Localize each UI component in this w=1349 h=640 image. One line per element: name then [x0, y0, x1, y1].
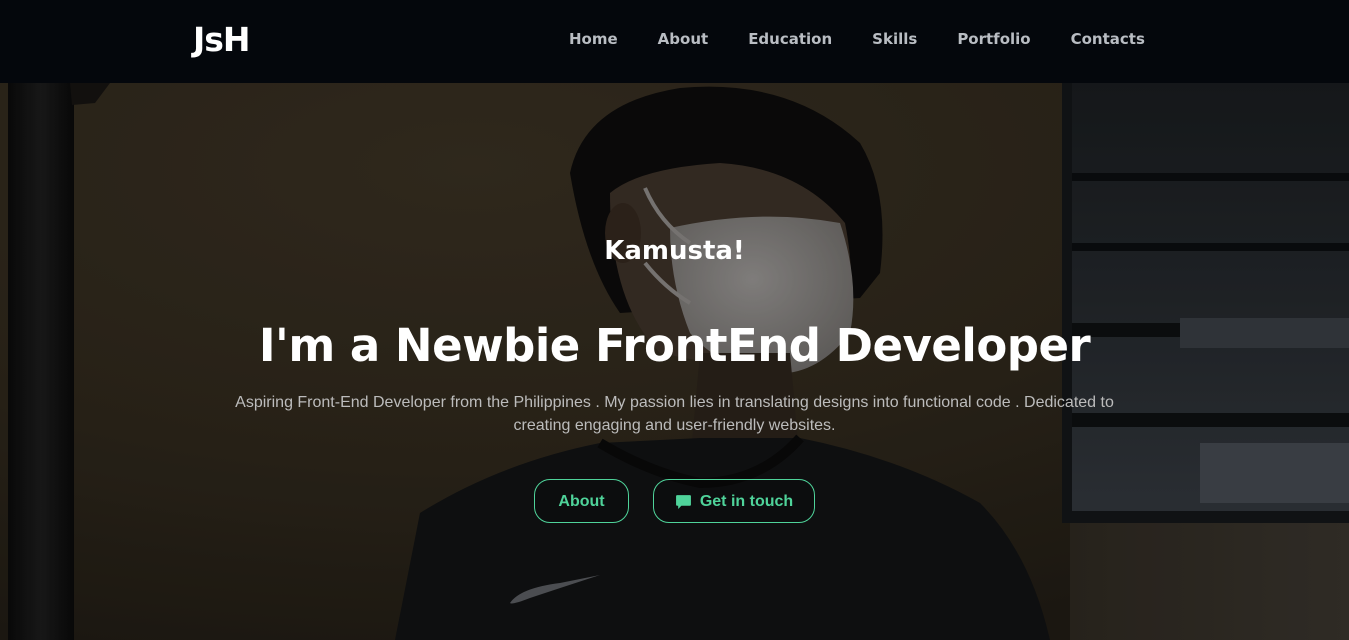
- nav-link-skills[interactable]: Skills: [872, 29, 917, 49]
- nav-item-about: About: [658, 29, 709, 49]
- chat-bubble-icon: [675, 494, 691, 509]
- hero-headline: I'm a Newbie FrontEnd Developer: [258, 319, 1091, 372]
- nav-item-contacts: Contacts: [1071, 29, 1145, 49]
- page: JsH Home About Education Skills Portfoli…: [0, 0, 1349, 640]
- nav-link-about[interactable]: About: [658, 29, 709, 49]
- nav-item-skills: Skills: [872, 29, 917, 49]
- get-in-touch-button[interactable]: Get in touch: [653, 479, 815, 523]
- nav-link-education[interactable]: Education: [748, 29, 832, 49]
- nav-link-portfolio[interactable]: Portfolio: [957, 29, 1030, 49]
- get-in-touch-button-label: Get in touch: [699, 492, 794, 510]
- nav-item-home: Home: [569, 29, 618, 49]
- navbar: JsH Home About Education Skills Portfoli…: [0, 0, 1349, 83]
- nav-item-portfolio: Portfolio: [957, 29, 1030, 49]
- hero-greeting: Kamusta!: [604, 236, 745, 266]
- hero-description: Aspiring Front-End Developer from the Ph…: [235, 394, 1114, 434]
- nav-link-contacts[interactable]: Contacts: [1071, 29, 1145, 49]
- nav-link-home[interactable]: Home: [569, 29, 618, 49]
- logo[interactable]: JsH: [193, 20, 251, 60]
- hero-section: Kamusta! I'm a Newbie FrontEnd Developer…: [0, 83, 1349, 640]
- about-button[interactable]: About: [534, 479, 629, 523]
- nav-item-education: Education: [748, 29, 832, 49]
- about-button-label: About: [558, 492, 605, 510]
- nav-menu: Home About Education Skills Portfolio Co…: [569, 29, 1145, 49]
